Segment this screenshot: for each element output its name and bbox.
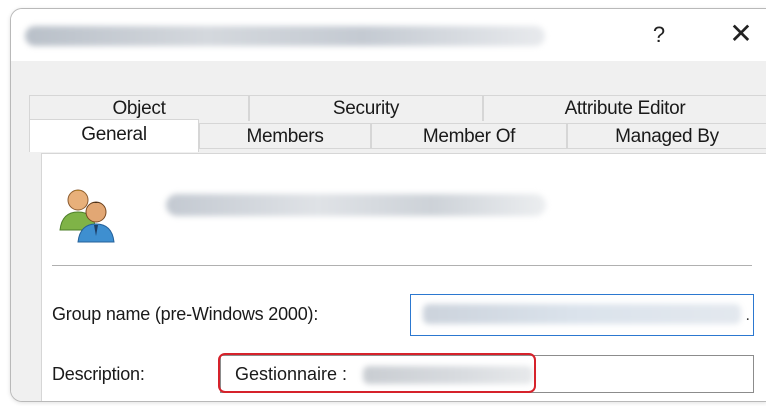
highlight-box: [218, 353, 536, 393]
separator-line: [52, 265, 752, 266]
general-tab-panel: Group name (pre-Windows 2000): . Descrip…: [41, 153, 766, 401]
help-button[interactable]: ?: [639, 17, 679, 53]
tab-object[interactable]: Object: [29, 95, 249, 121]
tab-general[interactable]: General: [29, 119, 199, 152]
users-group-icon: [59, 189, 115, 243]
title-bar: ? ✕: [11, 9, 766, 61]
pre2000-field-suffix: .: [745, 307, 750, 324]
tab-security[interactable]: Security: [249, 95, 483, 121]
description-label: Description:: [52, 364, 145, 384]
pre2000-value-redacted: [423, 304, 741, 324]
tab-attribute-editor[interactable]: Attribute Editor: [483, 95, 766, 121]
window-title-redacted: [25, 26, 545, 46]
tab-member-of[interactable]: Member Of: [371, 123, 567, 149]
tab-managed-by[interactable]: Managed By: [567, 123, 766, 149]
close-button[interactable]: ✕: [721, 16, 761, 52]
pre2000-label: Group name (pre-Windows 2000):: [52, 304, 319, 324]
group-name-redacted: [166, 194, 546, 216]
pre2000-name-field[interactable]: .: [410, 294, 754, 336]
properties-dialog: ? ✕ Object Security Attribute Editor Gen…: [10, 8, 766, 402]
tab-members[interactable]: Members: [199, 123, 371, 149]
